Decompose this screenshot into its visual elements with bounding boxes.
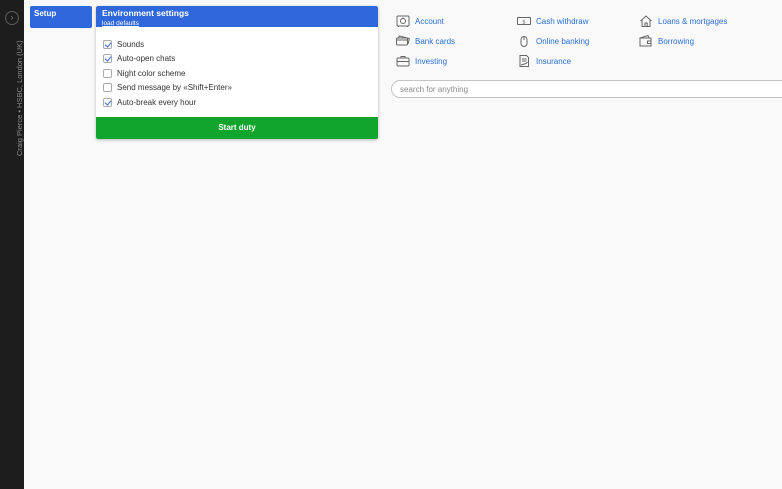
quick-link-label: Cash withdraw <box>536 16 589 26</box>
operator-label: Craig Pierce • HSBC, London (UK) <box>15 40 24 156</box>
mouse-icon <box>520 36 528 47</box>
banknote-icon: $ <box>517 17 531 25</box>
safe-icon <box>396 15 410 27</box>
quick-link-label: Borrowing <box>658 36 695 46</box>
expand-rail-icon[interactable]: › <box>5 11 19 25</box>
left-rail: › Craig Pierce • HSBC, London (UK) <box>0 0 24 489</box>
option-label: Night color scheme <box>117 68 186 78</box>
option-label: Sounds <box>117 39 145 49</box>
option-night-color-scheme[interactable]: Night color scheme <box>103 66 378 81</box>
send-by-shift-enter-checkbox[interactable] <box>103 83 112 93</box>
quick-link-label: Loans & mortgages <box>658 16 728 26</box>
sounds-checkbox[interactable] <box>103 39 112 49</box>
card-icon <box>396 35 410 46</box>
quick-link-label: Bank cards <box>415 36 456 46</box>
quick-link-label: Account <box>415 16 444 26</box>
panel-title: Environment settings <box>102 8 189 18</box>
search-input[interactable] <box>391 80 782 98</box>
option-label: Auto-break every hour <box>117 97 197 107</box>
option-label: Auto-open chats <box>117 54 176 64</box>
start-duty-button[interactable]: Start duty <box>96 117 378 139</box>
quick-link-online-banking[interactable]: Online banking <box>517 34 589 48</box>
quick-link-cash-withdraw[interactable]: $ Cash withdraw <box>517 14 588 28</box>
quick-link-label: Online banking <box>536 36 590 46</box>
panel-header: Environment settings load defaults <box>96 6 378 27</box>
option-label: Send message by «Shift+Enter» <box>117 83 232 93</box>
option-auto-break[interactable]: Auto-break every hour <box>103 95 378 110</box>
quick-link-insurance[interactable]: Insurance <box>517 54 571 68</box>
quick-link-label: Insurance <box>536 56 572 66</box>
quick-link-loans-mortgages[interactable]: Loans & mortgages <box>639 14 727 28</box>
quick-link-account[interactable]: Account <box>396 14 444 28</box>
contract-icon <box>519 55 529 67</box>
setup-tab[interactable]: Setup <box>30 6 92 28</box>
quick-link-borrowing[interactable]: Borrowing <box>639 34 694 48</box>
wallet-icon <box>639 34 652 47</box>
option-auto-open-chats[interactable]: Auto-open chats <box>103 52 378 67</box>
settings-options: Sounds Auto-open chats Night color schem… <box>96 27 378 110</box>
auto-break-checkbox[interactable] <box>103 97 112 107</box>
auto-open-chats-checkbox[interactable] <box>103 54 112 64</box>
environment-settings-panel: Environment settings load defaults Sound… <box>96 6 378 139</box>
quick-link-investing[interactable]: Investing <box>396 54 447 68</box>
quick-link-label: Investing <box>415 56 448 66</box>
option-send-by-shift-enter[interactable]: Send message by «Shift+Enter» <box>103 81 378 96</box>
house-icon <box>640 15 652 27</box>
option-sounds[interactable]: Sounds <box>103 37 378 52</box>
night-color-scheme-checkbox[interactable] <box>103 68 112 78</box>
quick-link-bank-cards[interactable]: Bank cards <box>396 34 455 48</box>
load-defaults-link[interactable]: load defaults <box>102 20 139 27</box>
briefcase-icon <box>396 56 410 67</box>
svg-text:$: $ <box>522 19 526 25</box>
